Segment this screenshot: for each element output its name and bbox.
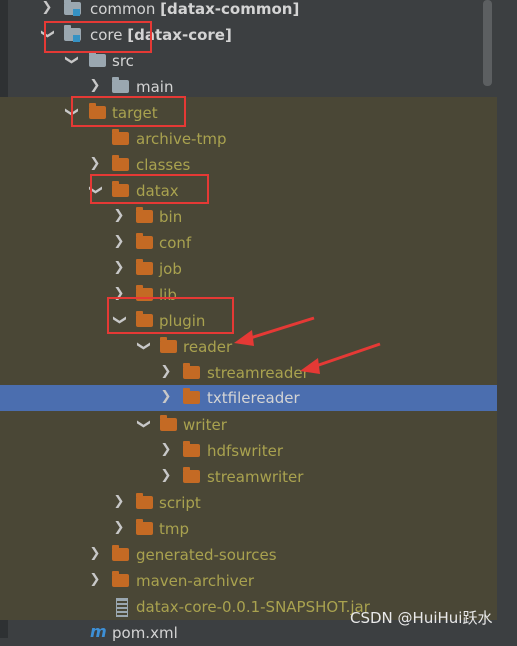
tree-item-tmp[interactable]: ❯ tmp	[0, 516, 497, 542]
excluded-folder-icon	[160, 415, 177, 431]
tree-item-lib[interactable]: ❯ lib	[0, 282, 497, 308]
project-tree: ❯ common [datax-common] ❯ core [datax-co…	[0, 0, 517, 642]
tree-item-archive-tmp[interactable]: archive-tmp	[0, 126, 497, 152]
tree-item-maven-archiver[interactable]: ❯ maven-archiver	[0, 568, 497, 594]
chevron-right-icon[interactable]: ❯	[88, 78, 102, 94]
chevron-down-icon[interactable]: ❯	[135, 417, 151, 431]
excluded-folder-icon	[136, 207, 153, 223]
folder-icon	[89, 51, 106, 67]
chevron-down-icon[interactable]: ❯	[63, 53, 79, 67]
tree-item-label: src	[112, 52, 134, 70]
maven-icon: m	[90, 622, 107, 641]
tree-item-classes[interactable]: ❯ classes	[0, 152, 497, 178]
excluded-folder-icon	[183, 441, 200, 457]
excluded-folder-icon	[183, 467, 200, 483]
tree-item-hdfswriter[interactable]: ❯ hdfswriter	[0, 438, 497, 464]
annotation-box-core	[44, 21, 152, 53]
tree-item-label: streamwriter	[207, 468, 304, 486]
annotation-arrow-streamreader	[300, 342, 381, 374]
tree-item-datax[interactable]: ❯ datax	[0, 178, 497, 204]
tree-item-label: streamreader	[207, 364, 309, 382]
excluded-folder-icon	[183, 388, 200, 404]
excluded-folder-icon	[136, 259, 153, 275]
watermark: CSDN @HuiHui跃水	[350, 609, 493, 627]
tree-item-label: main	[136, 78, 174, 96]
tree-item-label: pom.xml	[112, 624, 178, 642]
annotation-box-datax	[90, 174, 209, 204]
excluded-folder-icon	[112, 129, 129, 145]
chevron-right-icon[interactable]: ❯	[159, 468, 173, 484]
tree-item-label: conf	[159, 234, 192, 252]
excluded-folder-icon	[112, 155, 129, 171]
folder-icon	[112, 77, 129, 93]
tree-item-label: common [datax-common]	[90, 0, 300, 18]
chevron-down-icon[interactable]: ❯	[135, 339, 151, 353]
tree-item-conf[interactable]: ❯ conf	[0, 230, 497, 256]
chevron-right-icon[interactable]: ❯	[112, 494, 126, 510]
tree-item-generated-sources[interactable]: ❯ generated-sources	[0, 542, 497, 568]
excluded-folder-icon	[136, 493, 153, 509]
tree-item-label: job	[159, 260, 182, 278]
tree-item-label: maven-archiver	[136, 572, 255, 590]
tree-item-writer[interactable]: ❯ writer	[0, 412, 497, 438]
tree-item-bin[interactable]: ❯ bin	[0, 204, 497, 230]
tree-item-label: classes	[136, 156, 191, 174]
chevron-right-icon[interactable]: ❯	[88, 546, 102, 562]
chevron-right-icon[interactable]: ❯	[112, 208, 126, 224]
tree-item-label: datax-core-0.0.1-SNAPSHOT.jar	[136, 598, 370, 616]
jar-icon	[116, 598, 128, 617]
vertical-scrollbar[interactable]	[483, 0, 492, 86]
tree-item-label: reader	[183, 338, 233, 356]
tree-item-label: txtfilereader	[207, 389, 300, 407]
chevron-right-icon[interactable]: ❯	[88, 572, 102, 588]
chevron-right-icon[interactable]: ❯	[112, 234, 126, 250]
chevron-right-icon[interactable]: ❯	[112, 520, 126, 536]
module-folder-icon	[64, 0, 81, 16]
chevron-right-icon[interactable]: ❯	[112, 260, 126, 276]
tree-item-label: hdfswriter	[207, 442, 284, 460]
tree-item-label: generated-sources	[136, 546, 277, 564]
chevron-right-icon[interactable]: ❯	[159, 442, 173, 458]
excluded-folder-icon	[160, 337, 177, 353]
excluded-folder-icon	[136, 233, 153, 249]
excluded-folder-icon	[112, 571, 129, 587]
chevron-right-icon[interactable]: ❯	[88, 156, 102, 172]
tree-item-script[interactable]: ❯ script	[0, 490, 497, 516]
annotation-box-target	[71, 96, 186, 127]
tree-item-common[interactable]: ❯ common [datax-common]	[0, 0, 497, 22]
tree-item-streamwriter[interactable]: ❯ streamwriter	[0, 464, 497, 490]
tree-item-label: bin	[159, 208, 183, 226]
excluded-folder-icon	[112, 545, 129, 561]
tree-item-label: writer	[183, 416, 227, 434]
tree-item-job[interactable]: ❯ job	[0, 256, 497, 282]
tree-item-txtfilereader[interactable]: ❯ txtfilereader	[0, 385, 497, 411]
tree-item-label: script	[159, 494, 201, 512]
excluded-folder-icon	[183, 363, 200, 379]
annotation-box-plugin	[107, 297, 234, 334]
tree-item-label: archive-tmp	[136, 130, 227, 148]
tree-item-streamreader[interactable]: ❯ streamreader	[0, 360, 497, 386]
chevron-right-icon[interactable]: ❯	[40, 0, 54, 16]
chevron-right-icon[interactable]: ❯	[159, 364, 173, 380]
excluded-folder-icon	[136, 519, 153, 535]
tree-item-label: tmp	[159, 520, 190, 538]
chevron-right-icon[interactable]: ❯	[159, 389, 173, 405]
